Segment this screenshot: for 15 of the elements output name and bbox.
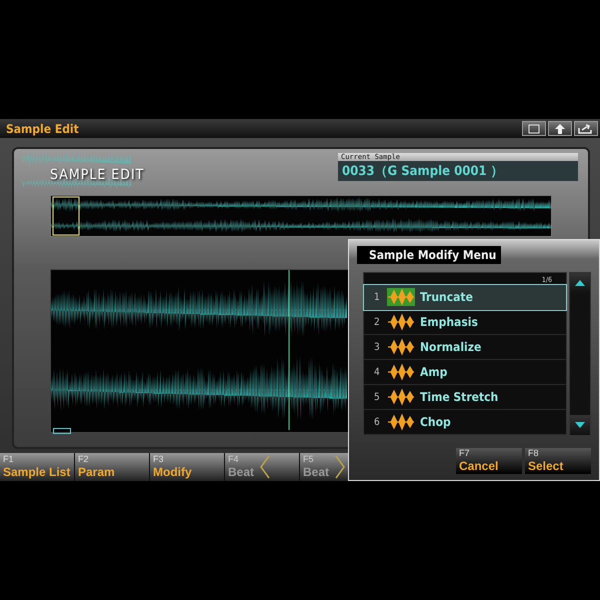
logo-text: SAMPLE EDIT — [50, 167, 144, 183]
menu-item[interactable]: 3 Normalize — [364, 335, 566, 360]
current-sample-field: 0033（G Sample 0001 ） — [338, 161, 578, 181]
function-key-button[interactable]: F2 Param — [75, 453, 150, 481]
dialog-title: Sample Modify Menu — [357, 246, 501, 264]
dialog-button[interactable]: F7 Cancel — [456, 448, 522, 474]
function-key-button[interactable]: F1 Sample List — [0, 453, 75, 481]
menu-item[interactable]: 5 Time Stretch — [364, 385, 566, 410]
function-key-button[interactable]: F3 Modify — [150, 453, 225, 481]
menu-item[interactable]: 4 Amp — [364, 360, 566, 385]
menu-item[interactable]: 2 Emphasis — [364, 310, 566, 335]
window-title: Sample Edit — [6, 122, 79, 136]
dialog-button[interactable]: F8 Select — [525, 448, 591, 474]
menu-item[interactable]: 6 Chop — [364, 410, 566, 435]
menu-item[interactable]: 1 Truncate — [364, 285, 566, 310]
